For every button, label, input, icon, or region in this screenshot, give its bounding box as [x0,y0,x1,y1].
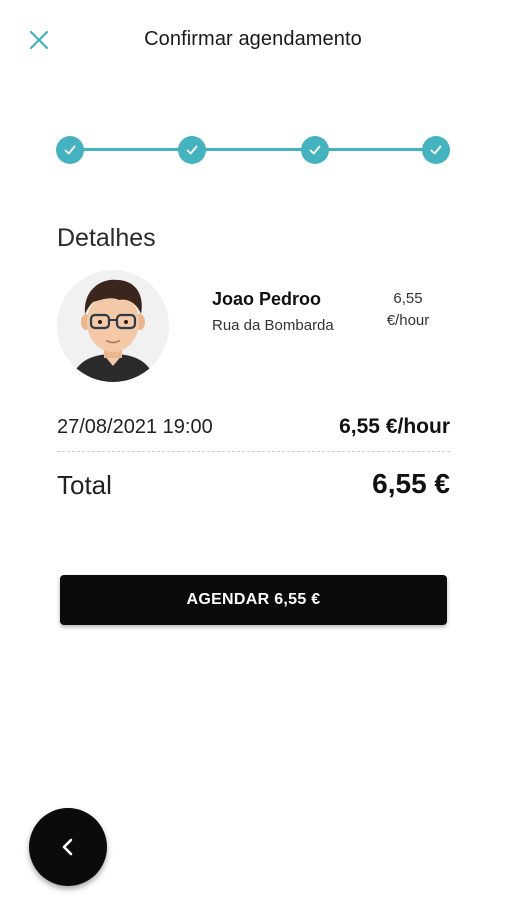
progress-stepper [56,136,450,164]
step-4 [422,136,450,164]
step-1 [56,136,84,164]
section-title-details: Detalhes [57,224,156,252]
professional-rate-unit: €/hour [386,312,430,329]
total-label: Total [57,470,112,500]
stepper-line [70,148,436,151]
total-value: 6,55 € [372,468,450,499]
check-icon [186,145,198,155]
book-button[interactable]: AGENDAR 6,55 € [60,575,447,625]
step-2 [178,136,206,164]
back-button[interactable] [29,808,107,886]
step-3 [301,136,329,164]
avatar [57,270,169,382]
chevron-left-icon [62,838,73,856]
page-title: Confirmar agendamento [144,28,362,50]
professional-address: Rua da Bombarda [212,317,334,334]
header: Confirmar agendamento [0,0,506,82]
check-icon [430,145,442,155]
professional-name: Joao Pedroo [212,289,322,309]
appointment-datetime: 27/08/2021 19:00 [57,416,213,438]
professional-rate-value: 6,55 [393,290,423,307]
dashed-divider [57,451,450,452]
check-icon [64,145,76,155]
check-icon [309,145,321,155]
professional-rate: 6,55 €/hour [378,288,438,332]
cartoon-avatar-icon [57,270,169,382]
appointment-rate: 6,55 €/hour [339,415,450,438]
